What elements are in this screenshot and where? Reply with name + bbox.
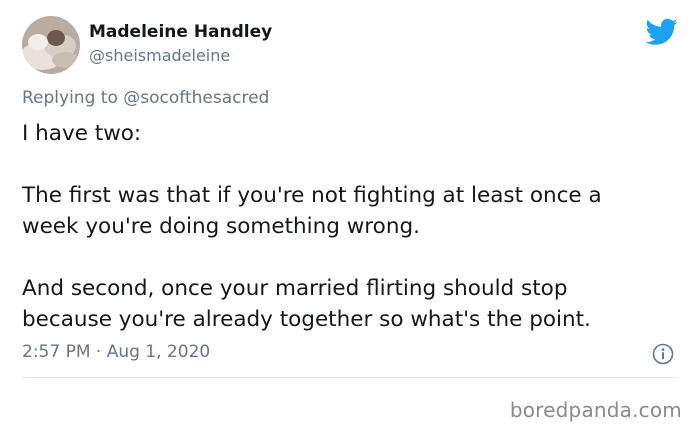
avatar[interactable] bbox=[22, 16, 80, 74]
avatar-image bbox=[22, 16, 80, 74]
watermark: boredpanda.com bbox=[509, 398, 682, 422]
author-name[interactable]: Madeleine Handley bbox=[89, 22, 272, 42]
tweet-line: The first was that if you're not fightin… bbox=[22, 183, 602, 208]
tweet-card: Madeleine Handley @sheismadeleine Replyi… bbox=[0, 0, 700, 433]
tweet-timestamp[interactable]: 2:57 PM · Aug 1, 2020 bbox=[22, 342, 210, 362]
tweet-line: because you're already together so what'… bbox=[22, 307, 591, 332]
reply-context: Replying to @socofthesacred bbox=[22, 88, 269, 108]
divider bbox=[22, 377, 678, 378]
tweet-line: I have two: bbox=[22, 121, 142, 146]
reply-mention-link[interactable]: @socofthesacred bbox=[123, 88, 269, 108]
info-icon[interactable] bbox=[652, 343, 674, 365]
tweet-line: week you're doing something wrong. bbox=[22, 214, 420, 239]
twitter-bird-icon[interactable] bbox=[646, 18, 678, 46]
reply-prefix: Replying to bbox=[22, 88, 118, 108]
tweet-line: And second, once your married flirting s… bbox=[22, 276, 568, 301]
author-handle[interactable]: @sheismadeleine bbox=[89, 46, 230, 65]
tweet-text: I have two: The first was that if you're… bbox=[22, 118, 682, 335]
